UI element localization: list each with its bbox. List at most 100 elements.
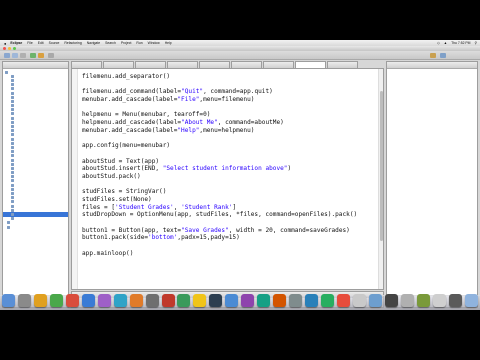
save-icon[interactable] xyxy=(12,53,18,58)
code-line[interactable]: menubar.add_cascade(label="File",menu=fi… xyxy=(82,96,377,104)
dock-app-icon[interactable] xyxy=(289,294,303,307)
search-icon[interactable] xyxy=(48,53,54,58)
dock-app-icon[interactable] xyxy=(257,294,271,307)
editor-tab[interactable] xyxy=(231,61,262,68)
perspective-icon[interactable] xyxy=(430,53,436,58)
dock-app-icon[interactable] xyxy=(432,294,446,307)
dock-app-icon[interactable] xyxy=(416,294,430,307)
source-code[interactable]: filemenu.add_separator() filemenu.add_com… xyxy=(82,73,377,258)
code-line[interactable]: app.config(menu=menubar) xyxy=(82,142,377,150)
code-line[interactable]: filemenu.add_command(label="Quit", comma… xyxy=(82,88,377,96)
menu-source[interactable]: Source xyxy=(49,41,60,45)
apple-icon[interactable]: ● xyxy=(4,41,6,46)
code-line[interactable] xyxy=(82,150,377,158)
dock-app-icon[interactable] xyxy=(17,294,31,307)
code-line[interactable]: studDropDown = OptionMenu(app, studFiles… xyxy=(82,211,377,219)
run-icon[interactable] xyxy=(30,53,36,58)
dock-app-icon[interactable] xyxy=(193,294,207,307)
string-literal: "About Me" xyxy=(181,119,218,127)
code-line[interactable] xyxy=(82,181,377,189)
editor-tab[interactable] xyxy=(167,61,198,68)
code-line[interactable]: filemenu.add_separator() xyxy=(82,73,377,81)
dock-app-icon[interactable] xyxy=(464,294,478,307)
code-line[interactable]: helpmenu.add_cascade(label="About Me", c… xyxy=(82,119,377,127)
code-line[interactable] xyxy=(82,81,377,89)
code-line[interactable]: helpmenu = Menu(menubar, tearoff=0) xyxy=(82,111,377,119)
menu-window[interactable]: Window xyxy=(148,41,160,45)
code-editor[interactable]: filemenu.add_separator() filemenu.add_com… xyxy=(71,68,384,290)
volume-icon[interactable]: ▲ xyxy=(444,41,447,45)
dock-app-icon[interactable] xyxy=(145,294,159,307)
dock-app-icon[interactable] xyxy=(2,294,15,307)
editor-tab[interactable] xyxy=(135,61,166,68)
dock-app-icon[interactable] xyxy=(305,294,319,307)
pydev-perspective-icon[interactable] xyxy=(440,53,446,58)
menu-navigate[interactable]: Navigate xyxy=(87,41,100,45)
editor-tab-active[interactable] xyxy=(295,61,326,68)
editor-tab[interactable] xyxy=(103,61,134,68)
code-line[interactable]: menubar.add_cascade(label="Help",menu=he… xyxy=(82,127,377,135)
python-file-icon xyxy=(11,104,14,108)
dock-app-icon[interactable] xyxy=(161,294,175,307)
code-line[interactable] xyxy=(82,135,377,143)
code-line[interactable] xyxy=(82,104,377,112)
spotlight-icon[interactable]: ⚲ xyxy=(475,41,477,45)
dock-app-icon[interactable] xyxy=(241,294,255,307)
dock-app-icon[interactable] xyxy=(65,294,79,307)
outline-header xyxy=(387,62,477,69)
dock-app-icon[interactable] xyxy=(384,294,398,307)
code-line[interactable]: aboutStud.pack() xyxy=(82,173,377,181)
print-icon[interactable] xyxy=(20,53,26,58)
code-line[interactable]: studFiles = StringVar() xyxy=(82,188,377,196)
dock-app-icon[interactable] xyxy=(49,294,63,307)
dock-app-icon[interactable] xyxy=(448,294,462,307)
code-line[interactable]: files = ['Student Grades', 'Student Rank… xyxy=(82,204,377,212)
dock-app-icon[interactable] xyxy=(352,294,366,307)
menu-edit[interactable]: Edit xyxy=(38,41,44,45)
string-literal: 'Student Grades' xyxy=(115,203,174,211)
menu-help[interactable]: Help xyxy=(165,41,172,45)
tree-item[interactable] xyxy=(3,225,68,229)
dock-app-icon[interactable] xyxy=(337,294,351,307)
dock-app-icon[interactable] xyxy=(129,294,143,307)
code-line[interactable]: aboutStud = Text(app) xyxy=(82,158,377,166)
dock-app-icon[interactable] xyxy=(81,294,95,307)
scrollbar-thumb[interactable] xyxy=(380,91,383,241)
wifi-icon[interactable]: ◇ xyxy=(437,41,440,45)
dock-app-icon[interactable] xyxy=(33,294,47,307)
code-line[interactable]: studFiles.set(None) xyxy=(82,196,377,204)
dock-app-icon[interactable] xyxy=(177,294,191,307)
new-icon[interactable] xyxy=(4,53,10,58)
code-line[interactable]: button1.pack(side='bottom',padx=15,pady=… xyxy=(82,234,377,242)
editor-tab[interactable] xyxy=(71,61,102,68)
dock-app-icon[interactable] xyxy=(225,294,239,307)
dock-app-icon[interactable] xyxy=(400,294,414,307)
dock-app-icon[interactable] xyxy=(368,294,382,307)
debug-icon[interactable] xyxy=(38,53,44,58)
dock-app-icon[interactable] xyxy=(113,294,127,307)
code-line[interactable]: app.mainloop() xyxy=(82,250,377,258)
menu-file[interactable]: File xyxy=(27,41,32,45)
dock-app-icon[interactable] xyxy=(209,294,223,307)
code-line[interactable] xyxy=(82,219,377,227)
editor-tab[interactable] xyxy=(327,61,358,68)
editor-tab[interactable] xyxy=(263,61,294,68)
code-line[interactable] xyxy=(82,242,377,250)
zoom-window-button[interactable] xyxy=(13,47,16,50)
menu-search[interactable]: Search xyxy=(105,41,116,45)
code-line[interactable]: button1 = Button(app, text="Save Grades"… xyxy=(82,227,377,235)
menu-refactoring[interactable]: Refactoring xyxy=(64,41,81,45)
editor-scrollbar[interactable] xyxy=(378,69,383,289)
menu-run[interactable]: Run xyxy=(136,41,142,45)
dock-app-icon[interactable] xyxy=(321,294,335,307)
close-window-button[interactable] xyxy=(3,47,6,50)
editor-tab[interactable] xyxy=(199,61,230,68)
code-line[interactable]: aboutStud.insert(END, "Select student in… xyxy=(82,165,377,173)
dock-app-icon[interactable] xyxy=(273,294,287,307)
menubar-clock[interactable]: Thu 7:52 PM xyxy=(451,41,470,45)
python-file-icon xyxy=(11,150,14,154)
menu-app-name[interactable]: Eclipse xyxy=(10,41,22,45)
menu-project[interactable]: Project xyxy=(121,41,132,45)
minimize-window-button[interactable] xyxy=(8,47,11,50)
dock-app-icon[interactable] xyxy=(97,294,111,307)
